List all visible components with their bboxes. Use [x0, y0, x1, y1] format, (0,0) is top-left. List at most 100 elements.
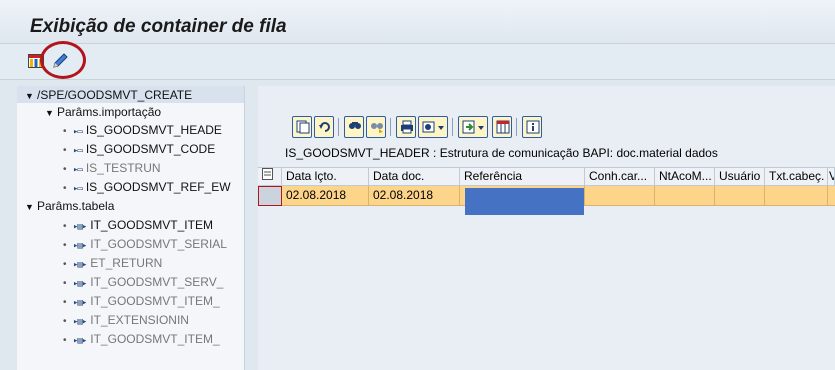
details-icon: [296, 120, 310, 134]
toolbar-separator: [516, 118, 517, 136]
tree-param-label: IT_EXTENSIONIN: [90, 313, 189, 327]
bullet-icon: •: [63, 259, 67, 270]
tree-param-label: IT_GOODSMVT_SERV_: [90, 275, 224, 289]
table-icon: ▸▤▸: [73, 298, 87, 308]
export-icon: [462, 120, 484, 134]
print-button[interactable]: [396, 116, 416, 138]
table-icon: ▸▤▸: [73, 317, 87, 327]
row-cell[interactable]: [715, 186, 765, 205]
table-icon: ▸▤▸: [73, 279, 87, 289]
caret-down-icon[interactable]: ▼: [25, 91, 37, 101]
table-icon: ▸▤▸: [73, 336, 87, 346]
alv-toolbar: [258, 116, 835, 140]
info-icon: [526, 120, 540, 134]
tree-node-param[interactable]: • ▸▤▸ IT_GOODSMVT_ITEM_: [63, 332, 220, 346]
tree-root-label: /SPE/GOODSMVT_CREATE: [37, 88, 193, 102]
row-cell[interactable]: 02.08.2018: [369, 186, 460, 205]
title-bar: Exibição de container de fila: [0, 0, 835, 44]
column-header[interactable]: Data lçto.: [282, 168, 369, 186]
application-toolbar: [0, 44, 835, 80]
tree-node-param[interactable]: • ▸▤▸ IT_GOODSMVT_SERV_: [63, 275, 223, 289]
grid-header: Data lçto. Data doc. Referência Conh.car…: [258, 167, 835, 186]
column-header[interactable]: Referência: [460, 168, 585, 186]
tree-param-label: IS_TESTRUN: [85, 161, 161, 175]
row-cell[interactable]: [585, 186, 655, 205]
tree-node-param[interactable]: • ▸▤▸ ET_RETURN: [63, 256, 162, 270]
tree-param-label: IT_GOODSMVT_ITEM_: [90, 332, 220, 346]
find-next-icon: [371, 123, 383, 133]
structure-icon: ▸▭: [73, 127, 83, 137]
column-header[interactable]: NtAcoM...: [655, 168, 715, 186]
tree-param-label: IT_GOODSMVT_ITEM_: [90, 294, 220, 308]
bullet-icon: •: [63, 183, 67, 194]
row-cell[interactable]: [828, 186, 835, 205]
bullet-icon: •: [63, 126, 67, 137]
caret-down-icon[interactable]: ▼: [45, 108, 57, 118]
export-dropdown-button[interactable]: [458, 116, 488, 138]
refresh-button[interactable]: [314, 116, 334, 138]
views-dropdown-button[interactable]: [418, 116, 448, 138]
column-header[interactable]: V: [828, 168, 835, 186]
find-button[interactable]: [344, 116, 364, 138]
info-button[interactable]: [522, 116, 542, 138]
table-icon: ▸▤▸: [73, 260, 87, 270]
column-header[interactable]: Conh.car...: [585, 168, 655, 186]
tree-param-label: IT_GOODSMVT_SERIAL: [90, 237, 227, 251]
tree-param-label: IS_GOODSMVT_HEADE: [85, 123, 222, 137]
tree-node-param[interactable]: • ▸▭ IS_TESTRUN: [63, 161, 161, 175]
bullet-icon: •: [63, 164, 67, 175]
table-icon: ▸▤▸: [73, 222, 87, 232]
page-title: Exibição de container de fila: [30, 16, 287, 37]
redacted-value: [465, 188, 584, 215]
row-selector[interactable]: [258, 186, 282, 206]
structure-icon: ▸▭: [73, 146, 83, 156]
row-cell[interactable]: [765, 186, 828, 205]
toolbar-separator: [338, 118, 339, 136]
grid-title: IS_GOODSMVT_HEADER : Estrutura de comuni…: [285, 146, 718, 160]
table-group-label: Parâms.tabela: [37, 199, 115, 213]
caret-down-icon[interactable]: ▼: [25, 202, 37, 212]
bullet-icon: •: [63, 278, 67, 289]
parameter-tree: ▼/SPE/GOODSMVT_CREATE ▼ Parâms.importação…: [17, 86, 245, 370]
bullet-icon: •: [63, 221, 67, 232]
row-cell[interactable]: [655, 186, 715, 205]
import-group-label: Parâms.importação: [57, 105, 162, 119]
select-all-cell[interactable]: [258, 168, 282, 186]
find-next-button[interactable]: [366, 116, 386, 138]
tree-node-param[interactable]: • ▸▤▸ IT_GOODSMVT_SERIAL: [63, 237, 227, 251]
toolbar-separator: [452, 118, 453, 136]
views-icon: [422, 121, 444, 133]
tree-node-param[interactable]: • ▸▤▸ IT_GOODSMVT_ITEM: [63, 218, 213, 232]
column-header[interactable]: Data doc.: [369, 168, 460, 186]
column-header[interactable]: Usuário: [715, 168, 765, 186]
find-icon: [349, 122, 361, 129]
table-icon: ▸▤▸: [73, 241, 87, 251]
column-header[interactable]: Txt.cabeç.: [765, 168, 828, 186]
details-button[interactable]: [292, 116, 312, 138]
structure-icon: ▸▭: [73, 184, 83, 194]
layout-icon: [496, 120, 510, 134]
tree-node-param[interactable]: • ▸▭ IS_GOODSMVT_REF_EW: [63, 180, 231, 194]
tree-node-param[interactable]: • ▸▤▸ IT_GOODSMVT_ITEM_: [63, 294, 220, 308]
tree-node-import-group[interactable]: ▼ Parâms.importação: [45, 105, 161, 119]
bullet-icon: •: [63, 335, 67, 346]
tree-node-param[interactable]: • ▸▭ IS_GOODSMVT_HEADE: [63, 123, 222, 137]
row-cell[interactable]: 02.08.2018: [282, 186, 369, 205]
tree-node-param[interactable]: • ▸▤▸ IT_EXTENSIONIN: [63, 313, 189, 327]
bullet-icon: •: [63, 240, 67, 251]
tree-param-label: ET_RETURN: [90, 256, 163, 270]
tree-node-param[interactable]: • ▸▭ IS_GOODSMVT_CODE: [63, 142, 215, 156]
bullet-icon: •: [63, 316, 67, 327]
highlight-circle: [40, 41, 86, 79]
print-icon: [401, 120, 413, 134]
tree-node-table-group[interactable]: ▼ Parâms.tabela: [25, 199, 114, 213]
layout-grid-button[interactable]: [492, 116, 512, 138]
select-all-icon: [262, 168, 273, 180]
tree-node-root[interactable]: ▼/SPE/GOODSMVT_CREATE: [25, 88, 192, 102]
structure-icon: ▸▭: [73, 165, 83, 175]
tree-param-label: IS_GOODSMVT_CODE: [85, 142, 216, 156]
toolbar-separator: [390, 118, 391, 136]
refresh-icon: [319, 122, 330, 132]
tree-param-label: IT_GOODSMVT_ITEM: [90, 218, 213, 232]
tree-param-label: IS_GOODSMVT_REF_EW: [85, 180, 231, 194]
